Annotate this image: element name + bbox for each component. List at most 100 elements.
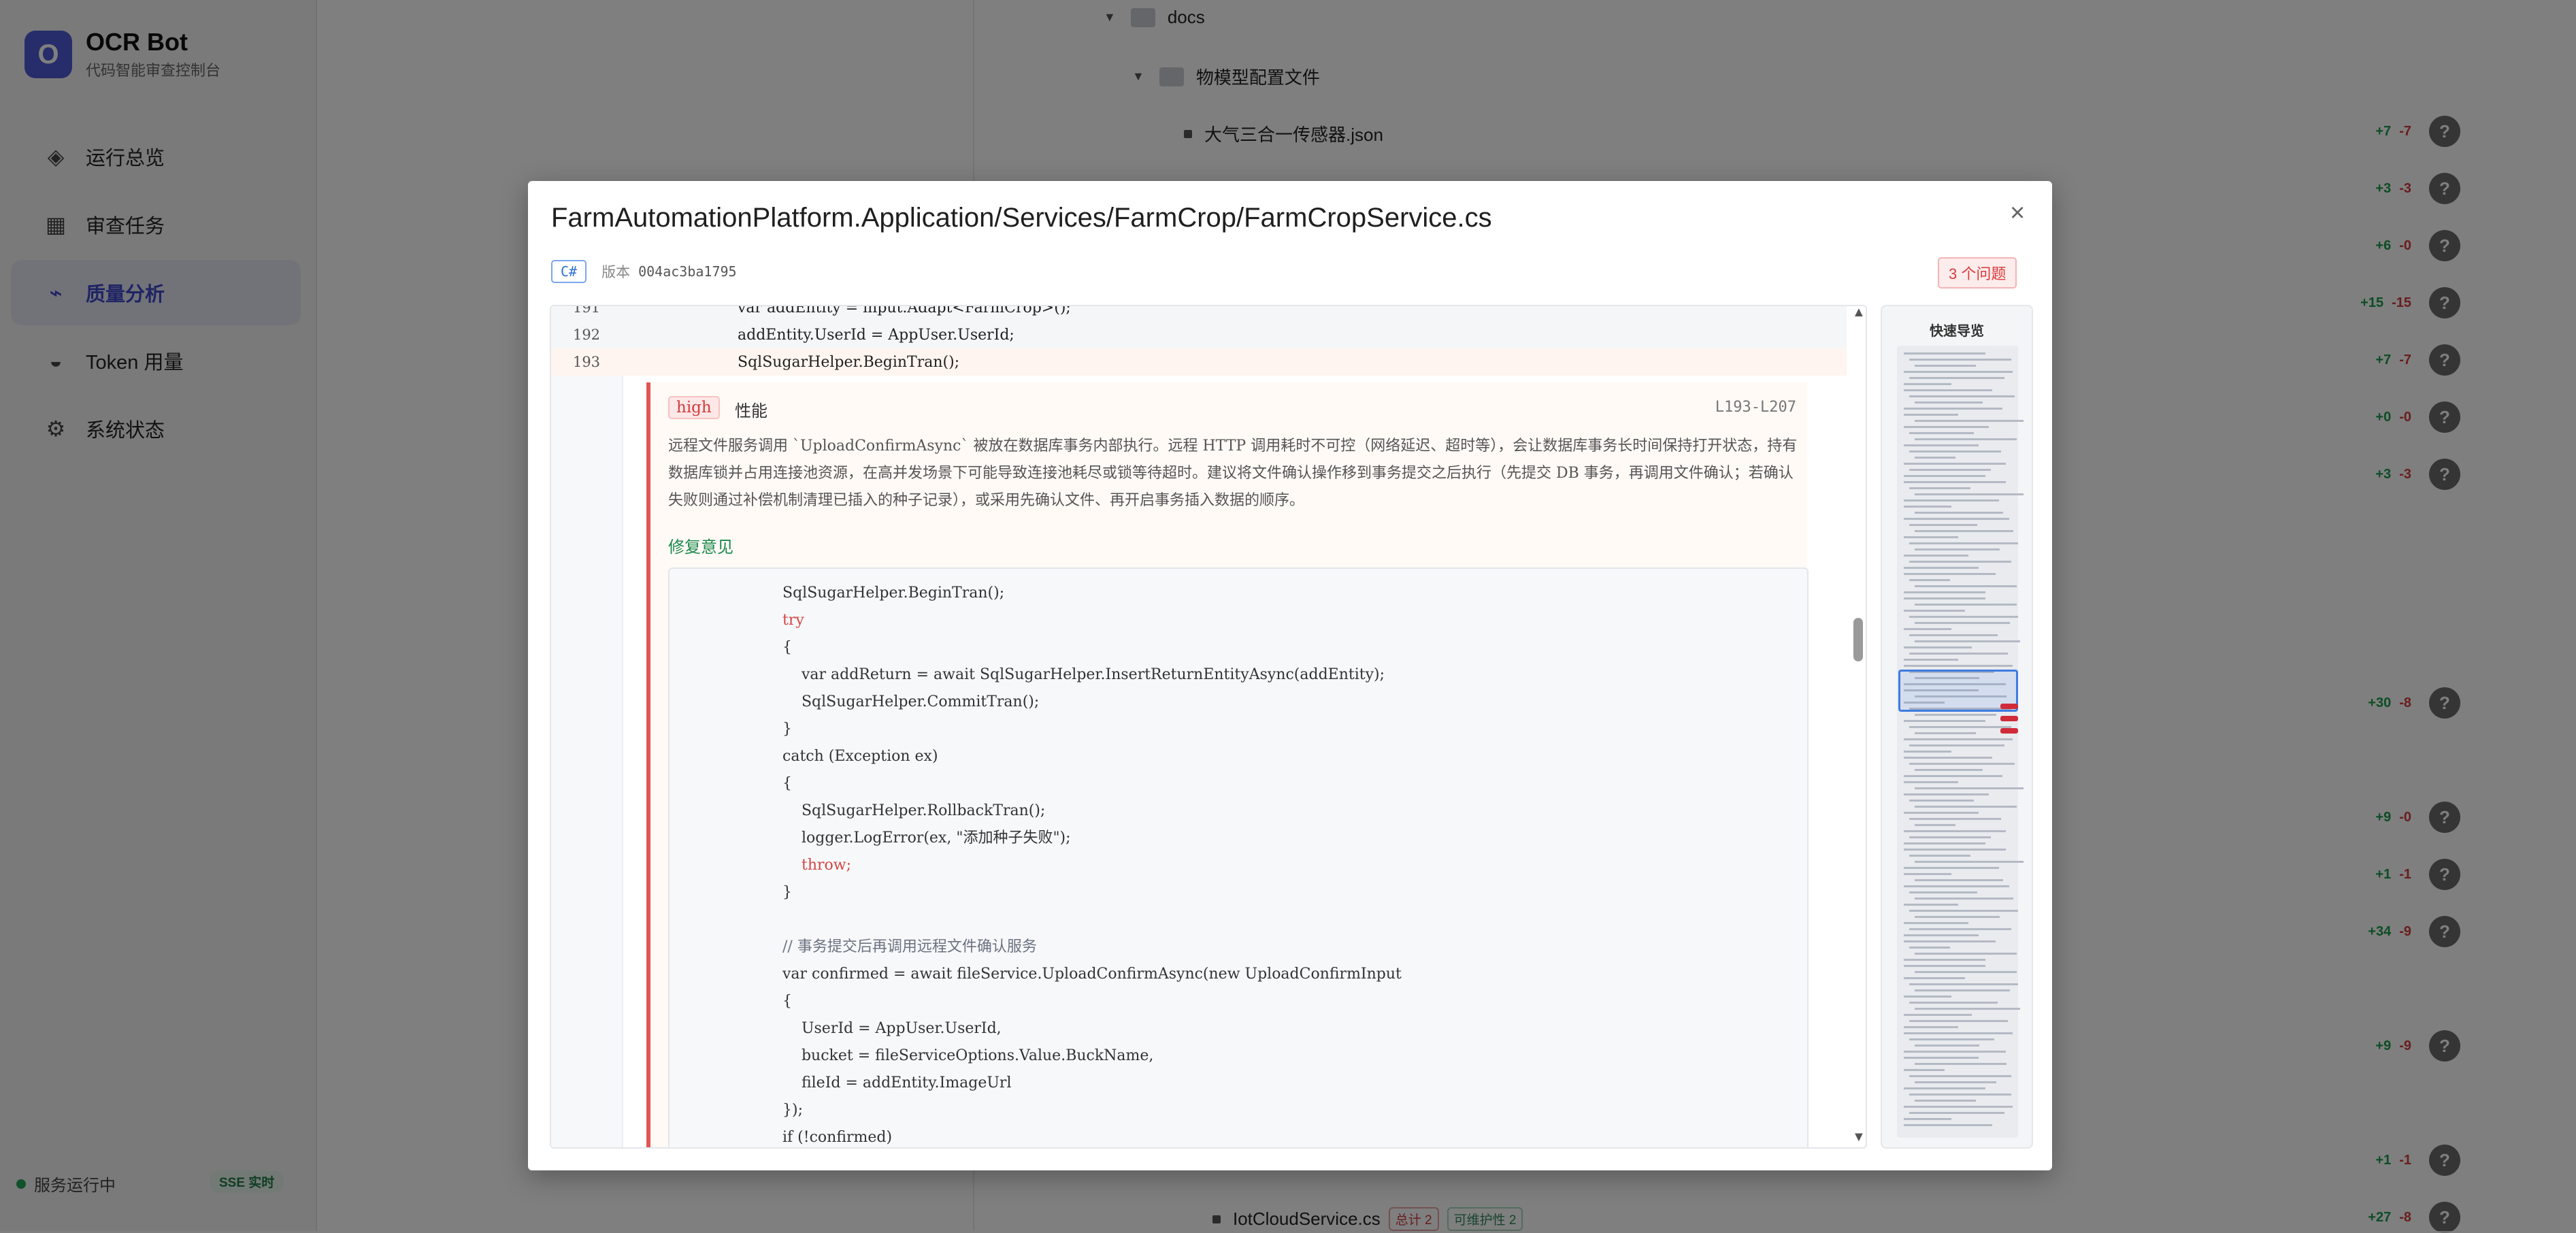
fix-code-line: logger.LogError(ex, "添加种子失败");: [782, 829, 1071, 846]
minimap-line: [1904, 1087, 1985, 1089]
minimap-line: [1904, 922, 1968, 924]
minimap-line: [1909, 469, 1991, 471]
minimap-line: [1909, 763, 2015, 765]
code-scrollbar[interactable]: ▲ ▼: [1845, 305, 1872, 1149]
minimap-line: [1904, 1032, 2013, 1034]
minimap-line: [1909, 983, 2018, 985]
fix-code-line: SqlSugarHelper.CommitTran();: [782, 693, 1040, 710]
minimap-line: [1904, 934, 1979, 936]
quick-nav-minimap[interactable]: 快速导览: [1881, 305, 2033, 1149]
minimap-line: [1904, 793, 1989, 795]
file-meta: C# 版本 004ac3ba1795: [551, 260, 737, 283]
issue-marker[interactable]: [2000, 704, 2018, 709]
minimap-line: [1915, 1045, 1979, 1047]
minimap-line: [1909, 653, 2008, 655]
version-label: 版本: [601, 265, 631, 280]
minimap-line: [1904, 720, 1985, 722]
minimap-line: [1909, 744, 2004, 746]
issue-marker[interactable]: [2000, 716, 2018, 721]
minimap-line: [1904, 536, 1958, 538]
minimap-line: [1904, 965, 1985, 967]
minimap-line: [1915, 493, 2024, 495]
minimap-line: [1904, 567, 1979, 569]
minimap-line: [1915, 971, 2017, 973]
issue-card: high 性能 L193-L207 远程文件服务调用 `UploadConfir…: [646, 382, 1809, 1147]
minimap-line: [1904, 463, 2006, 465]
minimap-line: [1904, 1106, 2013, 1108]
fix-code-line: var addReturn = await SqlSugarHelper.Ins…: [782, 666, 1385, 683]
version-value: 004ac3ba1795: [638, 263, 737, 280]
minimap-line: [1904, 444, 1979, 446]
minimap-line: [1904, 1069, 1945, 1071]
minimap-line: [1915, 365, 1976, 367]
minimap-line: [1904, 383, 1951, 385]
minimap-line: [1904, 475, 1985, 477]
minimap-line: [1904, 977, 1965, 979]
language-badge: C#: [551, 260, 587, 283]
minimap[interactable]: [1897, 346, 2024, 1138]
fix-code-line: if (!confirmed): [782, 1129, 893, 1146]
issue-count-badge: 3 个问题: [1938, 257, 2017, 289]
minimap-line: [1915, 457, 1955, 459]
close-icon[interactable]: ×: [2010, 199, 2025, 228]
minimap-line: [1904, 389, 1992, 391]
code-viewer[interactable]: 191 var addEntity = input.Adapt<FarmCrop…: [550, 305, 1867, 1149]
minimap-line: [1904, 555, 1968, 557]
minimap-line: [1904, 1026, 1958, 1028]
minimap-line: [1915, 953, 2017, 955]
minimap-line: [1915, 732, 1976, 734]
minimap-line: [1904, 1124, 1992, 1126]
minimap-line: [1915, 806, 2017, 808]
fix-code-line: try: [782, 612, 804, 629]
minimap-line: [1904, 867, 1999, 869]
minimap-line: [1909, 726, 2011, 728]
minimap-line: [1904, 628, 1951, 630]
issue-marker[interactable]: [2000, 728, 2018, 734]
scroll-up-icon[interactable]: ▲: [1852, 305, 1866, 320]
minimap-line: [1904, 775, 2002, 777]
minimap-line: [1904, 830, 2006, 832]
minimap-line: [1909, 855, 1970, 857]
scroll-thumb[interactable]: [1853, 618, 1863, 661]
minimap-line: [1904, 646, 1972, 648]
minimap-line: [1904, 506, 1951, 508]
minimap-line: [1915, 401, 1983, 404]
minimap-line: [1915, 989, 2010, 991]
fix-code-line: fileId = addEntity.ImageUrl: [782, 1074, 1012, 1091]
fix-code-line: UserId = AppUser.UserId,: [782, 1020, 1002, 1037]
scroll-down-icon[interactable]: ▼: [1852, 1130, 1866, 1145]
minimap-line: [1904, 659, 1958, 661]
quick-nav-title: 快速导览: [1930, 324, 1984, 339]
minimap-line: [1904, 352, 1985, 355]
minimap-line: [1909, 395, 2015, 397]
issue-line-range: L193-L207: [1715, 399, 1796, 416]
fix-code-line: catch (Exception ex): [782, 748, 938, 765]
minimap-line: [1909, 377, 2004, 379]
minimap-line: [1915, 548, 2000, 550]
minimap-line: [1904, 591, 1985, 593]
modal-title: FarmAutomationPlatform.Application/Servi…: [551, 203, 1492, 233]
fix-code-line: SqlSugarHelper.BeginTran();: [782, 585, 1005, 602]
fix-code-line: throw;: [782, 857, 851, 874]
minimap-line: [1904, 1051, 2006, 1053]
minimap-line: [1915, 622, 2010, 624]
fix-suggestion-label: 修复意见: [668, 538, 733, 557]
minimap-line: [1904, 499, 1999, 502]
fix-code-line: {: [782, 993, 792, 1010]
minimap-line: [1915, 898, 2013, 900]
minimap-line: [1909, 487, 1970, 489]
minimap-line: [1915, 640, 2020, 642]
minimap-line: [1915, 420, 2024, 422]
minimap-line: [1904, 408, 2002, 410]
minimap-line: [1909, 1075, 2011, 1077]
fix-code-line: {: [782, 775, 792, 792]
minimap-line: [1904, 940, 1996, 942]
minimap-line: [1904, 573, 1996, 575]
fix-code-line: });: [782, 1102, 803, 1119]
code-line: 192 addEntity.UserId = AppUser.UserId;: [551, 321, 1847, 348]
file-review-modal: FarmAutomationPlatform.Application/Servi…: [528, 181, 2052, 1170]
minimap-line: [1909, 1020, 2008, 1022]
minimap-line: [1909, 891, 1977, 893]
minimap-line: [1904, 781, 1958, 783]
fix-code-line: SqlSugarHelper.RollbackTran();: [782, 802, 1046, 819]
